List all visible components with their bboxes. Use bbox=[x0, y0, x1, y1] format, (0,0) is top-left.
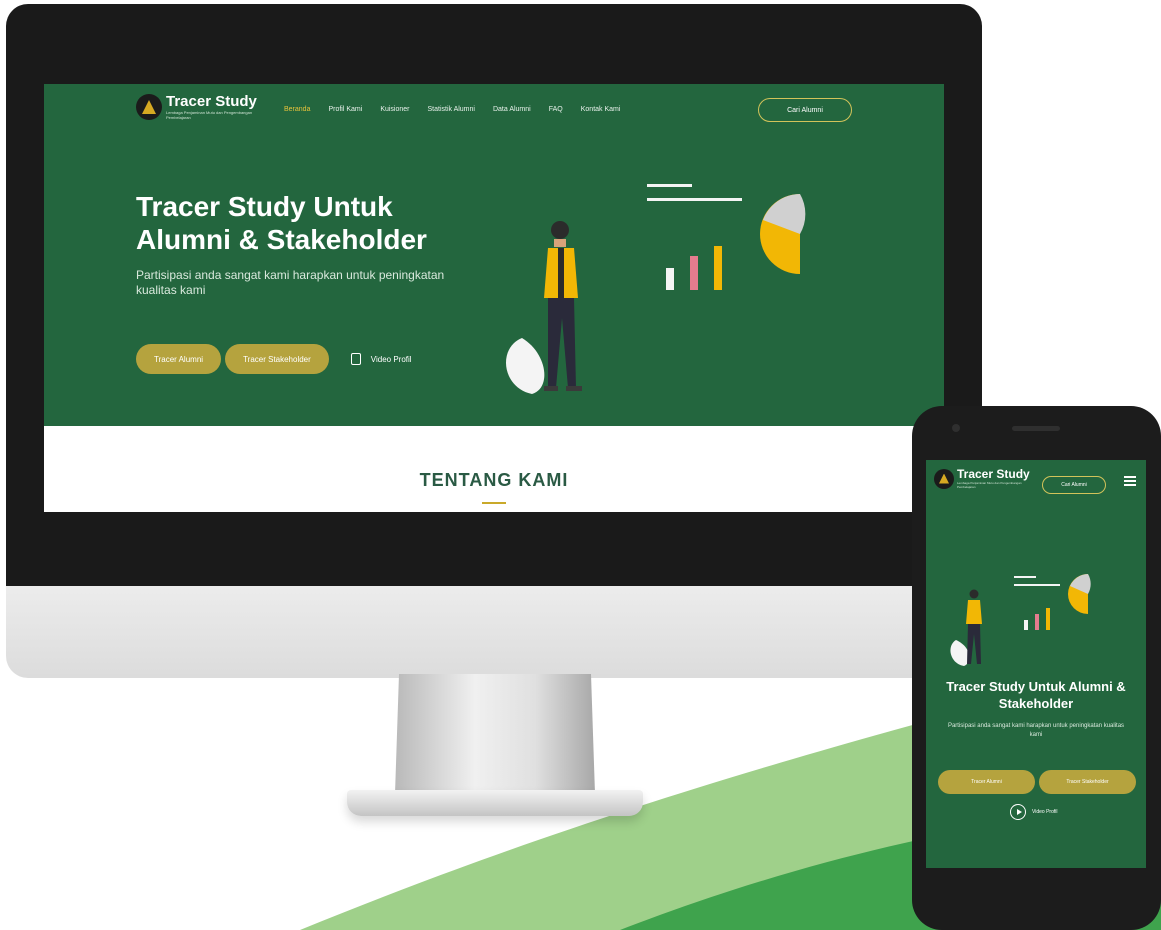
tracer-alumni-button[interactable]: Tracer Alumni bbox=[136, 344, 222, 374]
nav-item-kuisioner[interactable]: Kuisioner bbox=[380, 106, 409, 113]
mobile-screen: Tracer Study Lembaga Penjaminan Mutu dan… bbox=[926, 460, 1146, 868]
monitor-stand bbox=[395, 674, 595, 794]
mobile-hero-buttons: Tracer Alumni Tracer Stakeholder bbox=[938, 770, 1136, 794]
brand-title: Tracer Study bbox=[166, 93, 257, 110]
hero-title-line1: Tracer Study Untuk bbox=[136, 191, 393, 222]
hero-description: Partisipasi anda sangat kami harapkan un… bbox=[136, 268, 445, 297]
hero-section: Tracer Study Lembaga Penjaminan Mutu dan… bbox=[44, 84, 944, 426]
mobile-hero-title-line1: Tracer Study Untuk Alumni & bbox=[946, 679, 1126, 694]
cari-alumni-button[interactable]: Cari Alumni bbox=[758, 98, 852, 122]
nav-item-kontak-kami[interactable]: Kontak Kami bbox=[581, 106, 621, 113]
about-title-underline bbox=[482, 502, 506, 504]
mobile-brand-title: Tracer Study bbox=[957, 467, 1030, 481]
video-profil-link[interactable]: Video Profil bbox=[350, 353, 412, 365]
mobile-video-profil-label: Video Profil bbox=[1032, 809, 1058, 815]
monitor-chin bbox=[6, 586, 982, 678]
video-play-icon bbox=[1010, 804, 1026, 820]
brand-subtitle: Lembaga Penjaminan Mutu dan Pengembangan… bbox=[166, 110, 253, 120]
phone-camera bbox=[952, 424, 960, 432]
nav-item-faq[interactable]: FAQ bbox=[549, 106, 563, 113]
mobile-hero-illustration bbox=[950, 574, 1091, 666]
hero-illustration bbox=[505, 184, 806, 394]
nav-item-profil-kami[interactable]: Profil Kami bbox=[328, 106, 362, 113]
mobile-hero-title-line2: Stakeholder bbox=[998, 696, 1074, 711]
about-section: TENTANG KAMI bbox=[44, 426, 944, 512]
desktop-monitor-mockup: Tracer Study Lembaga Penjaminan Mutu dan… bbox=[6, 4, 982, 678]
nav-item-data-alumni[interactable]: Data Alumni bbox=[493, 106, 531, 113]
mobile-cari-alumni-button[interactable]: Cari Alumni bbox=[1042, 476, 1106, 494]
mobile-hero-title: Tracer Study Untuk Alumni & Stakeholder bbox=[926, 678, 1146, 712]
monitor-base bbox=[347, 790, 643, 816]
navbar: Tracer Study Lembaga Penjaminan Mutu dan… bbox=[44, 84, 944, 136]
brand[interactable]: Tracer Study Lembaga Penjaminan Mutu dan… bbox=[136, 94, 258, 120]
video-profil-label: Video Profil bbox=[370, 354, 412, 364]
mobile-tracer-stakeholder-button[interactable]: Tracer Stakeholder bbox=[1039, 770, 1136, 794]
hero-buttons: Tracer Alumni Tracer Stakeholder Video P… bbox=[136, 344, 412, 374]
mobile-hero-description: Partisipasi anda sangat kami harapkan un… bbox=[947, 723, 1125, 738]
nav-item-statistik-alumni[interactable]: Statistik Alumni bbox=[428, 106, 475, 113]
mobile-tracer-alumni-button[interactable]: Tracer Alumni bbox=[938, 770, 1035, 794]
mobile-brand-subtitle: Lembaga Penjaminan Mutu dan Pengembangan… bbox=[957, 481, 1022, 489]
hamburger-menu-icon[interactable] bbox=[1124, 476, 1136, 486]
nav-links: Beranda Profil Kami Kuisioner Statistik … bbox=[284, 106, 620, 113]
nav-item-beranda[interactable]: Beranda bbox=[284, 106, 310, 113]
about-title: TENTANG KAMI bbox=[419, 470, 569, 490]
hero-title-line2: Alumni & Stakeholder bbox=[136, 224, 427, 255]
desktop-screen: Tracer Study Lembaga Penjaminan Mutu dan… bbox=[44, 84, 944, 512]
tracer-stakeholder-button[interactable]: Tracer Stakeholder bbox=[225, 344, 329, 374]
logo-emblem-icon bbox=[934, 468, 954, 489]
mobile-phone-mockup: Tracer Study Lembaga Penjaminan Mutu dan… bbox=[912, 406, 1161, 930]
mobile-brand[interactable]: Tracer Study Lembaga Penjaminan Mutu dan… bbox=[934, 468, 1030, 489]
video-play-icon bbox=[350, 353, 361, 365]
phone-speaker bbox=[1012, 426, 1060, 431]
logo-emblem-icon bbox=[136, 94, 162, 120]
hero-title: Tracer Study Untuk Alumni & Stakeholder bbox=[136, 190, 516, 256]
mobile-video-profil-link[interactable]: Video Profil bbox=[1010, 804, 1057, 820]
